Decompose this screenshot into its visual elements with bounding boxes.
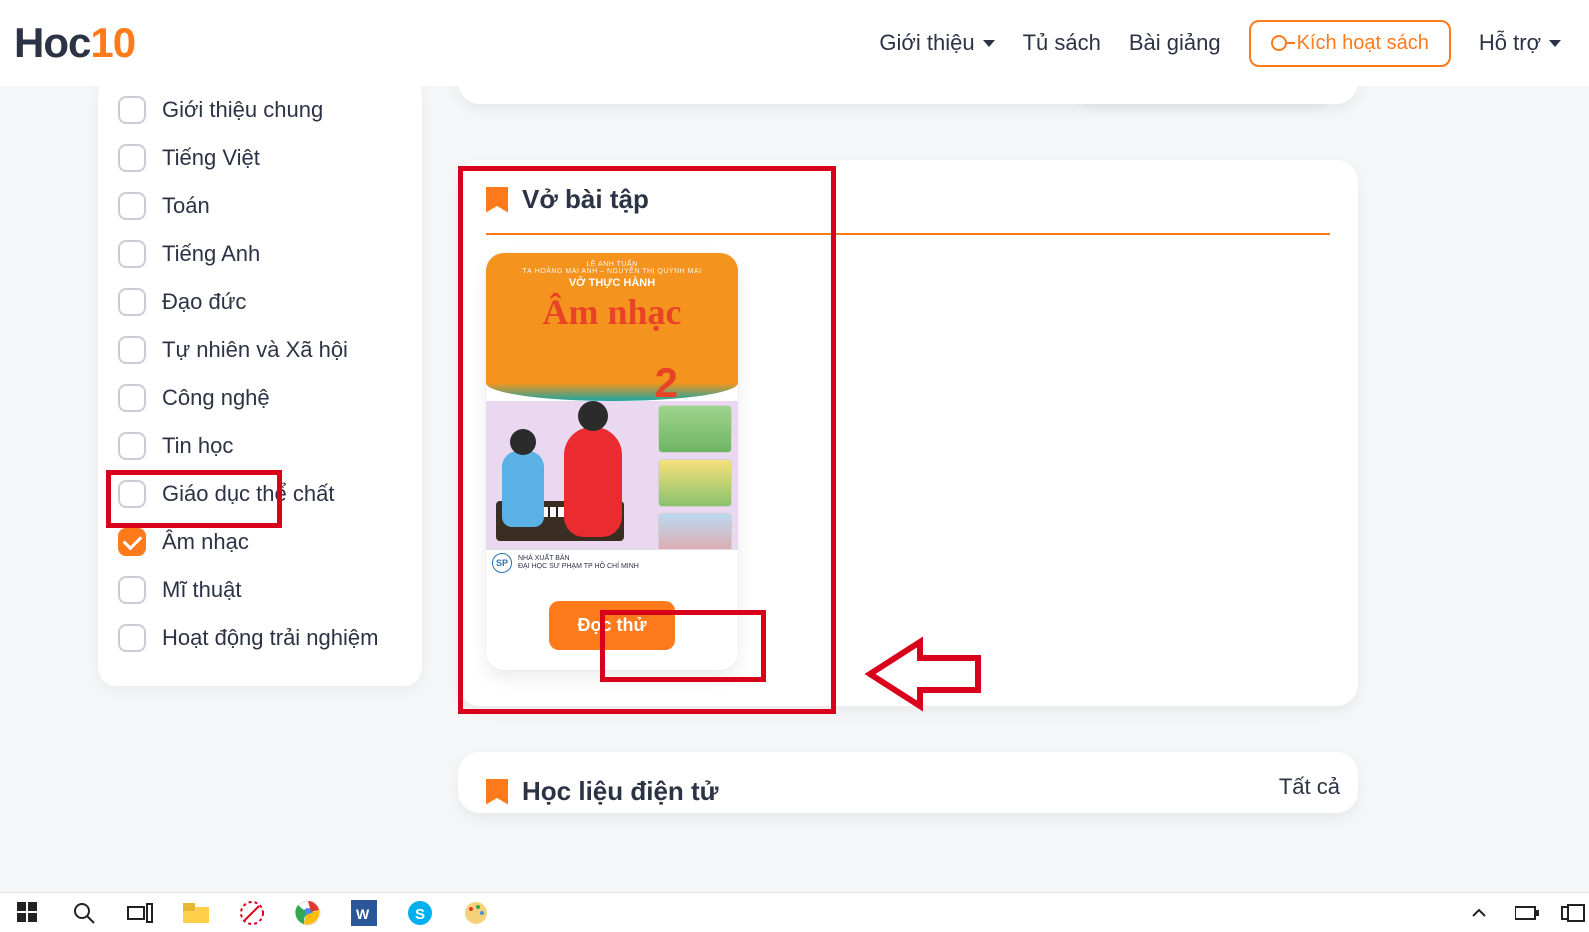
checkbox-checked-icon xyxy=(118,528,146,556)
cover-authors-line: TẠ HOÀNG MAI ANH – NGUYỄN THỊ QUỲNH MAI xyxy=(486,268,738,275)
nav-lectures-label: Bài giảng xyxy=(1129,30,1221,56)
ribbon-icon xyxy=(486,187,508,213)
nav-support[interactable]: Hỗ trợ xyxy=(1479,30,1561,56)
filter-tieng-anh[interactable]: Tiếng Anh xyxy=(116,230,404,278)
logo-text-dark: Hoc xyxy=(14,19,90,67)
filter-label: Tự nhiên và Xã hội xyxy=(162,337,348,363)
checkbox-icon xyxy=(118,576,146,604)
chevron-down-icon xyxy=(983,40,995,47)
nav-bookshelf[interactable]: Tủ sách xyxy=(1023,30,1101,56)
body: Giới thiệu chung Tiếng Việt Toán Tiếng A… xyxy=(0,86,1589,892)
skype-icon[interactable]: S xyxy=(406,899,434,927)
battery-icon[interactable] xyxy=(1513,899,1541,927)
publisher-logo-icon: SP xyxy=(492,553,512,573)
file-explorer-icon[interactable] xyxy=(182,899,210,927)
checkbox-icon xyxy=(118,192,146,220)
boy-illustration xyxy=(502,451,544,527)
checkbox-icon xyxy=(118,432,146,460)
activate-book-label: Kích hoạt sách xyxy=(1297,32,1429,55)
filter-am-nhac[interactable]: Âm nhạc xyxy=(116,518,404,566)
nav-bookshelf-label: Tủ sách xyxy=(1023,30,1101,56)
section-title: Học liệu điện tử xyxy=(522,776,719,807)
filter-label: Hoạt động trải nghiệm xyxy=(162,625,378,651)
cover-grade: 2 xyxy=(655,359,678,407)
section-title: Vở bài tập xyxy=(522,184,649,215)
checkbox-icon xyxy=(118,144,146,172)
filter-gioi-thieu-chung[interactable]: Giới thiệu chung xyxy=(116,86,404,134)
filter-label: Âm nhạc xyxy=(162,529,249,555)
section-header: Vở bài tập xyxy=(486,184,1330,235)
action-center-icon[interactable] xyxy=(1561,906,1575,920)
section-eresources: Học liệu điện tử Tất cả xyxy=(458,752,1358,813)
filter-label: Tiếng Việt xyxy=(162,145,260,171)
activate-book-button[interactable]: Kích hoạt sách xyxy=(1249,20,1451,67)
book-cover: LÊ ANH TUẤN TẠ HOÀNG MAI ANH – NGUYỄN TH… xyxy=(486,253,738,575)
publisher-line2: ĐẠI HỌC SƯ PHẠM TP HỒ CHÍ MINH xyxy=(518,563,639,570)
filter-label: Tiếng Anh xyxy=(162,241,260,267)
checkbox-icon xyxy=(118,288,146,316)
checkbox-icon xyxy=(118,384,146,412)
svg-text:W: W xyxy=(356,906,370,922)
ribbon-icon xyxy=(486,779,508,805)
filter-cong-nghe[interactable]: Công nghệ xyxy=(116,374,404,422)
task-view-icon[interactable] xyxy=(126,899,154,927)
subject-filter-panel: Giới thiệu chung Tiếng Việt Toán Tiếng A… xyxy=(98,76,422,686)
filter-toan[interactable]: Toán xyxy=(116,182,404,230)
cover-authors-small: LÊ ANH TUẤN xyxy=(486,261,738,268)
paint-icon[interactable] xyxy=(462,899,490,927)
filter-label: Mĩ thuật xyxy=(162,577,241,603)
checkbox-icon xyxy=(118,480,146,508)
nav-intro[interactable]: Giới thiệu xyxy=(879,30,994,56)
filter-tin-hoc[interactable]: Tin học xyxy=(116,422,404,470)
os-taskbar: W S xyxy=(0,892,1589,932)
logo-text-orange: 10 xyxy=(90,19,135,67)
filter-label: Đạo đức xyxy=(162,289,246,315)
section-workbooks: Vở bài tập LÊ ANH TUẤN TẠ HOÀNG MAI ANH … xyxy=(458,160,1358,706)
filter-label: Giới thiệu chung xyxy=(162,97,323,123)
tray-chevron-up-icon[interactable] xyxy=(1465,899,1493,927)
read-preview-label: Đọc thử xyxy=(577,615,646,635)
cover-subtitle: VỞ THỰC HÀNH xyxy=(486,277,738,289)
filter-label: Tin học xyxy=(162,433,233,459)
snip-icon[interactable] xyxy=(238,899,266,927)
filter-mi-thuat[interactable]: Mĩ thuật xyxy=(116,566,404,614)
cover-title: Âm nhạc xyxy=(486,291,738,333)
filter-label: Công nghệ xyxy=(162,385,270,411)
top-nav: Giới thiệu Tủ sách Bài giảng Kích hoạt s… xyxy=(879,20,1561,67)
checkbox-icon xyxy=(118,624,146,652)
filter-giao-duc-the-chat[interactable]: Giáo dục thể chất xyxy=(116,470,404,518)
logo[interactable]: Hoc 10 xyxy=(14,19,135,67)
chrome-icon[interactable] xyxy=(294,899,322,927)
read-preview-button[interactable]: Đọc thử xyxy=(549,601,674,650)
header: Hoc 10 Giới thiệu Tủ sách Bài giảng Kích… xyxy=(0,0,1589,86)
key-icon xyxy=(1271,35,1287,51)
search-icon[interactable] xyxy=(70,899,98,927)
filter-tieng-viet[interactable]: Tiếng Việt xyxy=(116,134,404,182)
checkbox-icon xyxy=(118,336,146,364)
main-column: Vở bài tập LÊ ANH TUẤN TẠ HOÀNG MAI ANH … xyxy=(458,56,1358,813)
filter-hoat-dong-trai-nghiem[interactable]: Hoạt động trải nghiệm xyxy=(116,614,404,662)
nav-lectures[interactable]: Bài giảng xyxy=(1129,30,1221,56)
nav-intro-label: Giới thiệu xyxy=(879,30,974,56)
filter-tu-nhien-xa-hoi[interactable]: Tự nhiên và Xã hội xyxy=(116,326,404,374)
publisher-line1: NHÀ XUẤT BẢN xyxy=(518,555,570,562)
filter-label: Giáo dục thể chất xyxy=(162,481,334,507)
checkbox-icon xyxy=(118,96,146,124)
book-card-am-nhac-2[interactable]: LÊ ANH TUẤN TẠ HOÀNG MAI ANH – NGUYỄN TH… xyxy=(486,253,738,670)
cover-thumb-2 xyxy=(658,459,732,507)
view-all-link[interactable]: Tất cả xyxy=(1279,774,1340,800)
filter-label: Toán xyxy=(162,193,210,219)
cover-thumb-1 xyxy=(658,405,732,453)
svg-text:S: S xyxy=(415,906,425,923)
girl-illustration xyxy=(564,427,622,537)
word-icon[interactable]: W xyxy=(350,899,378,927)
checkbox-icon xyxy=(118,240,146,268)
windows-start-icon[interactable] xyxy=(14,899,42,927)
chevron-down-icon xyxy=(1549,40,1561,47)
nav-support-label: Hỗ trợ xyxy=(1479,30,1541,56)
filter-dao-duc[interactable]: Đạo đức xyxy=(116,278,404,326)
